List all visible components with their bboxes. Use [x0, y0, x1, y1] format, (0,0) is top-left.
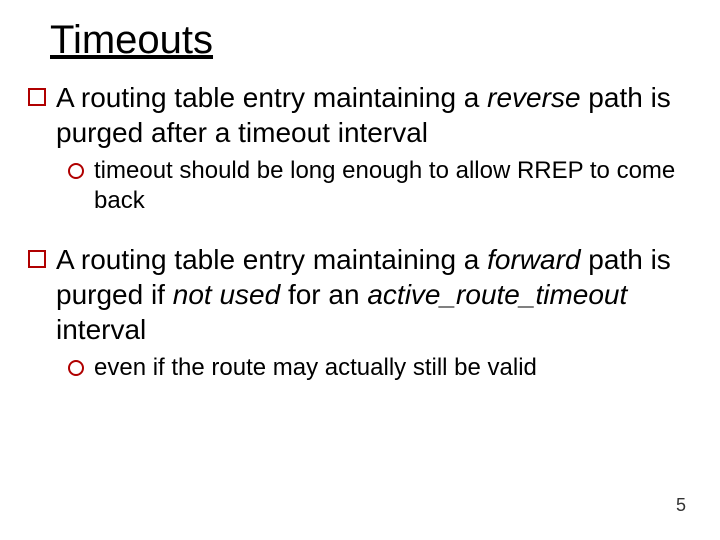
page-number: 5 — [676, 495, 686, 516]
bullet-1-sub: timeout should be long enough to allow R… — [68, 156, 692, 216]
bullet-1-pre: A routing table entry maintaining a — [56, 82, 487, 113]
bullet-2-emph: forward — [487, 244, 580, 275]
bullet-2-post3: interval — [56, 314, 146, 345]
bullet-2-text: A routing table entry maintaining a forw… — [56, 242, 692, 347]
circle-bullet-icon — [68, 360, 84, 376]
bullet-1-text: A routing table entry maintaining a reve… — [56, 80, 692, 150]
bullet-2-sub: even if the route may actually still be … — [68, 353, 692, 383]
bullet-1-sub-text: timeout should be long enough to allow R… — [94, 156, 692, 216]
square-bullet-icon — [28, 250, 46, 268]
slide: Timeouts A routing table entry maintaini… — [0, 0, 720, 540]
bullet-1-emph: reverse — [487, 82, 580, 113]
bullet-2-emph2: not used — [173, 279, 280, 310]
bullet-2: A routing table entry maintaining a forw… — [28, 242, 692, 347]
square-bullet-icon — [28, 88, 46, 106]
bullet-2-pre: A routing table entry maintaining a — [56, 244, 487, 275]
bullet-2-emph3: active_route_timeout — [367, 279, 627, 310]
slide-title: Timeouts — [50, 18, 692, 62]
bullet-1: A routing table entry maintaining a reve… — [28, 80, 692, 150]
circle-bullet-icon — [68, 163, 84, 179]
bullet-2-sub-text: even if the route may actually still be … — [94, 353, 692, 383]
bullet-2-post2: for an — [280, 279, 367, 310]
